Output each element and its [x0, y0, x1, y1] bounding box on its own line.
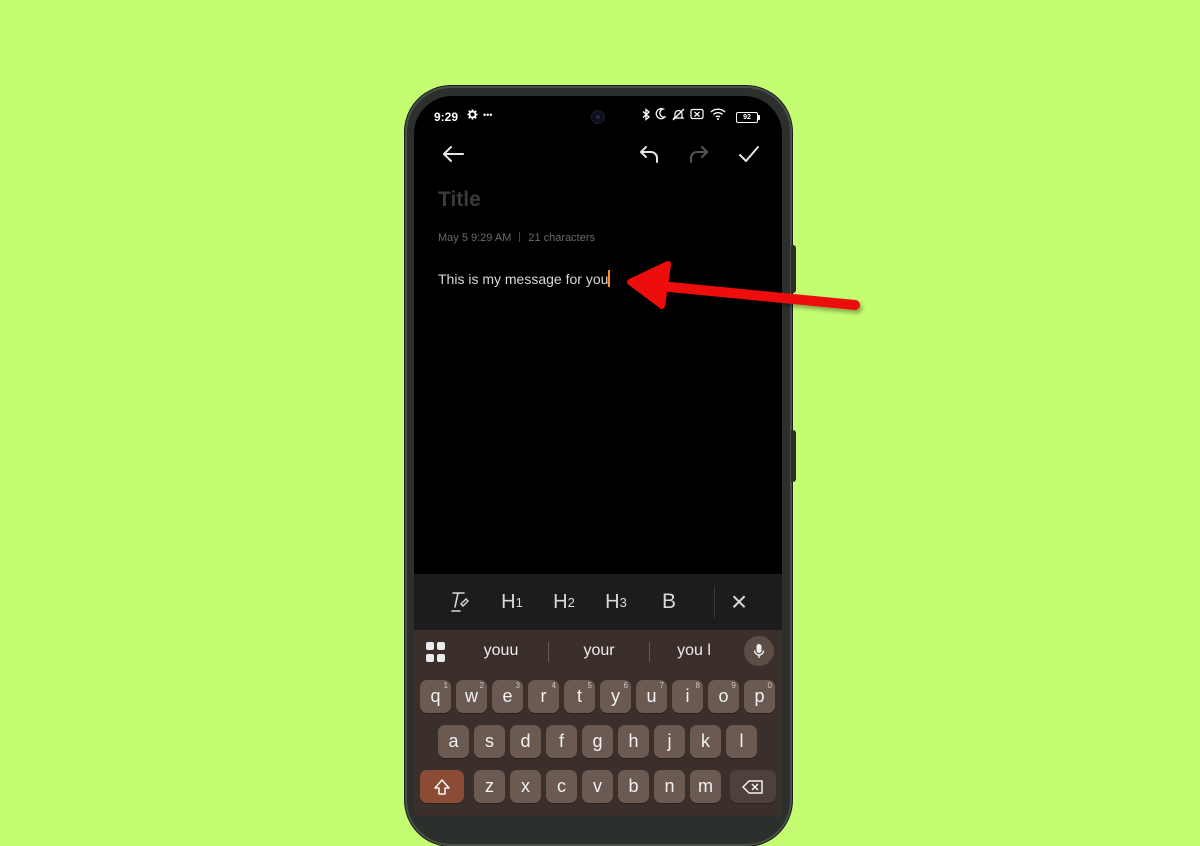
note-date: May 5 9:29 AM [438, 232, 512, 244]
meta-divider [519, 232, 521, 242]
key-y[interactable]: y6 [600, 680, 631, 713]
x-box-icon [690, 108, 704, 123]
key-h[interactable]: h [618, 725, 649, 758]
back-button[interactable] [438, 140, 468, 168]
key-x[interactable]: x [510, 770, 541, 803]
key-u[interactable]: u7 [636, 680, 667, 713]
bell-off-icon [672, 108, 685, 124]
bold-button[interactable]: B [654, 574, 684, 630]
key-d[interactable]: d [510, 725, 541, 758]
key-f[interactable]: f [546, 725, 577, 758]
suggestion-2[interactable]: your [549, 630, 649, 672]
note-body-input[interactable]: This is my message for you [438, 270, 610, 287]
status-bar: 9:29 ••• 92 [414, 96, 782, 136]
key-e[interactable]: e3 [492, 680, 523, 713]
status-time: 9:29 [434, 110, 459, 124]
key-s[interactable]: s [474, 725, 505, 758]
shift-key[interactable] [420, 770, 464, 803]
soft-keyboard: youu your you l q1 w2 e3 r4 t5 y6 u7 i8 … [414, 630, 782, 816]
backspace-key[interactable] [730, 770, 776, 803]
more-dots-icon: ••• [483, 110, 493, 120]
redo-button[interactable] [684, 140, 714, 168]
key-n[interactable]: n [654, 770, 685, 803]
character-count: 21 characters [528, 232, 596, 244]
key-t[interactable]: t5 [564, 680, 595, 713]
note-body-text: This is my message for you [438, 271, 609, 287]
key-o[interactable]: o9 [708, 680, 739, 713]
heading-1-button[interactable]: H1 [496, 574, 528, 630]
voice-input-button[interactable] [744, 636, 774, 666]
done-button[interactable] [734, 140, 764, 168]
key-v[interactable]: v [582, 770, 613, 803]
moon-icon [655, 108, 667, 123]
battery-indicator: 92 [736, 112, 760, 123]
suggestion-3[interactable]: you l [650, 630, 738, 672]
phone-screen: 9:29 ••• 92 Title May 5 9:29 AM 21 chara… [414, 96, 782, 816]
wifi-icon [710, 108, 726, 123]
front-camera [592, 111, 604, 123]
text-style-icon [451, 592, 469, 612]
heading-2-button[interactable]: H2 [548, 574, 580, 630]
undo-icon [640, 146, 658, 163]
note-meta: May 5 9:29 AM 21 characters [438, 232, 595, 244]
check-icon [739, 146, 759, 162]
key-j[interactable]: j [654, 725, 685, 758]
text-style-button[interactable] [446, 574, 472, 630]
close-toolbar-button[interactable]: × [724, 574, 754, 630]
key-q[interactable]: q1 [420, 680, 451, 713]
redo-icon [690, 146, 708, 163]
format-toolbar: H1 H2 H3 B × [414, 574, 782, 630]
bluetooth-icon [642, 108, 651, 124]
back-arrow-icon [443, 146, 464, 162]
key-w[interactable]: w2 [456, 680, 487, 713]
key-c[interactable]: c [546, 770, 577, 803]
phone-power-button [791, 430, 796, 482]
suggestion-1[interactable]: youu [454, 630, 548, 672]
key-k[interactable]: k [690, 725, 721, 758]
backspace-icon [742, 779, 763, 794]
undo-button[interactable] [634, 140, 664, 168]
close-icon: × [730, 586, 748, 617]
note-title-input[interactable]: Title [438, 188, 481, 212]
shift-icon [434, 778, 450, 795]
key-p[interactable]: p0 [744, 680, 775, 713]
phone-side-button [791, 245, 796, 293]
keyboard-apps-icon[interactable] [426, 642, 446, 662]
key-g[interactable]: g [582, 725, 613, 758]
key-r[interactable]: r4 [528, 680, 559, 713]
microphone-icon [753, 644, 765, 658]
text-cursor [608, 270, 610, 287]
key-b[interactable]: b [618, 770, 649, 803]
heading-3-button[interactable]: H3 [600, 574, 632, 630]
key-z[interactable]: z [474, 770, 505, 803]
key-a[interactable]: a [438, 725, 469, 758]
gear-icon [467, 109, 478, 123]
key-l[interactable]: l [726, 725, 757, 758]
toolbar-divider [714, 586, 715, 618]
key-m[interactable]: m [690, 770, 721, 803]
key-i[interactable]: i8 [672, 680, 703, 713]
